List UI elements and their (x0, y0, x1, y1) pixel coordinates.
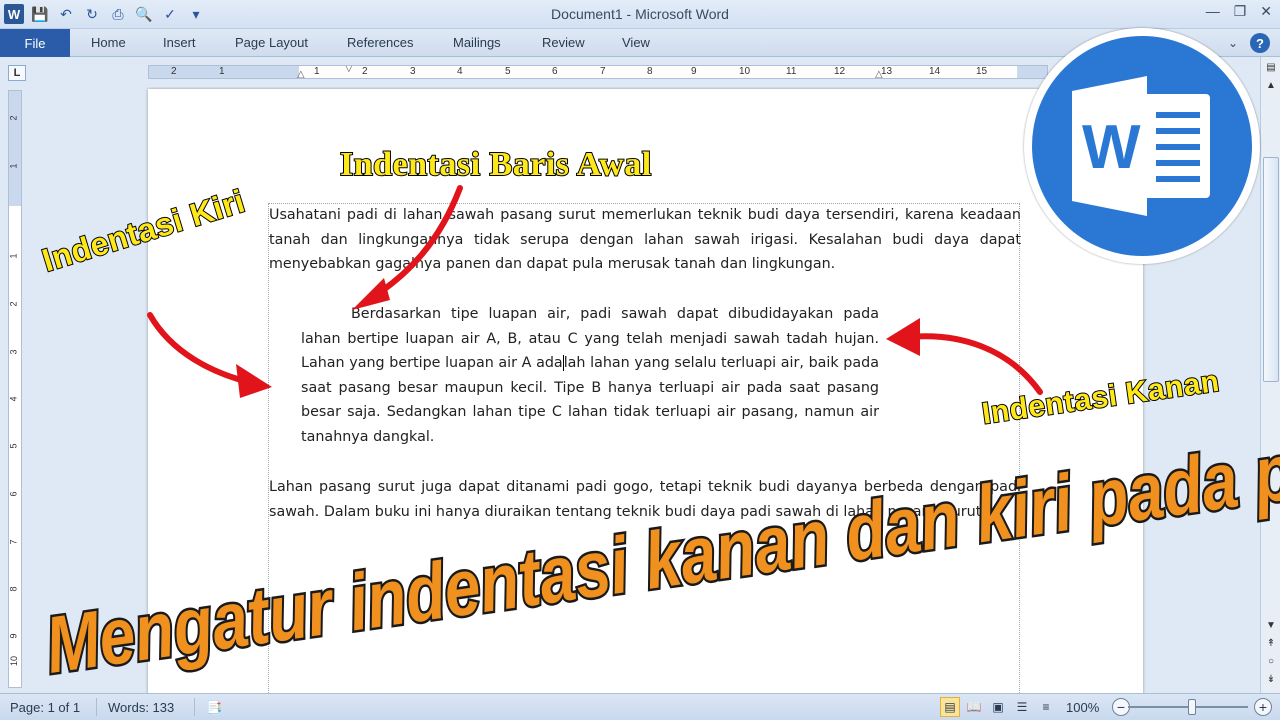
arrowhead-kanan (886, 318, 920, 356)
annotation-indentasi-baris-awal: Indentasi Baris Awal (339, 145, 652, 184)
arrowhead-kiri (236, 364, 272, 398)
arrow-kanan (897, 333, 1043, 395)
arrowhead-baris-awal (352, 278, 390, 310)
